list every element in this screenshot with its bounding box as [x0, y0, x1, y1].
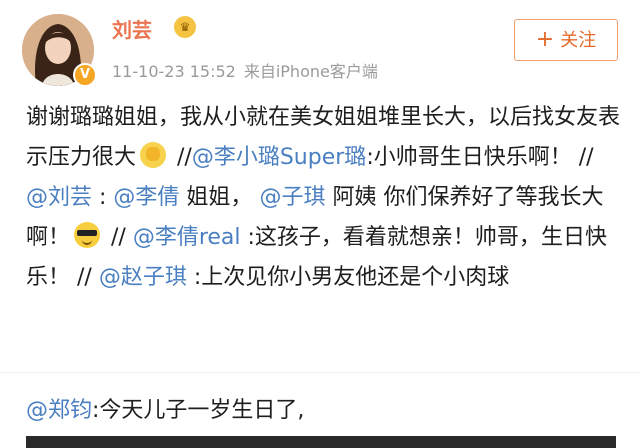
- post-timestamp[interactable]: 11-10-23 15:52: [112, 62, 236, 81]
- mention-link[interactable]: @刘芸: [26, 185, 92, 210]
- media-preview-strip[interactable]: [26, 436, 616, 448]
- text-segment: :小帅哥生日快乐啊！ //: [366, 145, 594, 170]
- post-meta: 11-10-23 15:52 来自iPhone客户端: [112, 58, 378, 82]
- mention-link[interactable]: @李倩real: [133, 225, 241, 250]
- mention-link[interactable]: @李小璐Super璐: [192, 145, 366, 170]
- post-header: V 刘芸 ♛ 11-10-23 15:52 来自iPhone客户端 + 关注: [0, 0, 640, 92]
- text-segment: 姐姐，: [179, 185, 260, 210]
- post-text: 谢谢璐璐姐姐，我从小就在美女姐姐堆里长大，以后找女友表示压力很大 //@李小璐S…: [26, 98, 622, 298]
- mention-link[interactable]: @李倩: [113, 185, 179, 210]
- sunglasses-emoji-icon: [74, 222, 101, 248]
- text-segment: :上次见你小男友他还是个小肉球: [186, 265, 510, 290]
- follow-button[interactable]: + 关注: [514, 19, 618, 61]
- clap-hands-emoji-icon: [140, 142, 167, 168]
- text-segment: //: [170, 145, 192, 170]
- text-segment: //: [104, 225, 133, 250]
- original-text: :今天儿子一岁生日了,: [92, 398, 305, 423]
- post-source: 来自iPhone客户端: [243, 62, 378, 81]
- mention-link[interactable]: @赵子琪: [99, 265, 187, 290]
- verified-v-icon: V: [73, 63, 97, 87]
- original-post: @郑钧:今天儿子一岁生日了,: [26, 392, 304, 424]
- original-author-mention[interactable]: @郑钧: [26, 398, 92, 423]
- follow-label: 关注: [560, 30, 597, 51]
- divider: [0, 372, 640, 373]
- mention-link[interactable]: @子琪: [259, 185, 325, 210]
- author-name[interactable]: 刘芸: [112, 14, 152, 43]
- text-segment: :: [92, 185, 114, 210]
- member-badge-icon[interactable]: ♛: [174, 16, 196, 38]
- plus-icon: +: [535, 27, 555, 52]
